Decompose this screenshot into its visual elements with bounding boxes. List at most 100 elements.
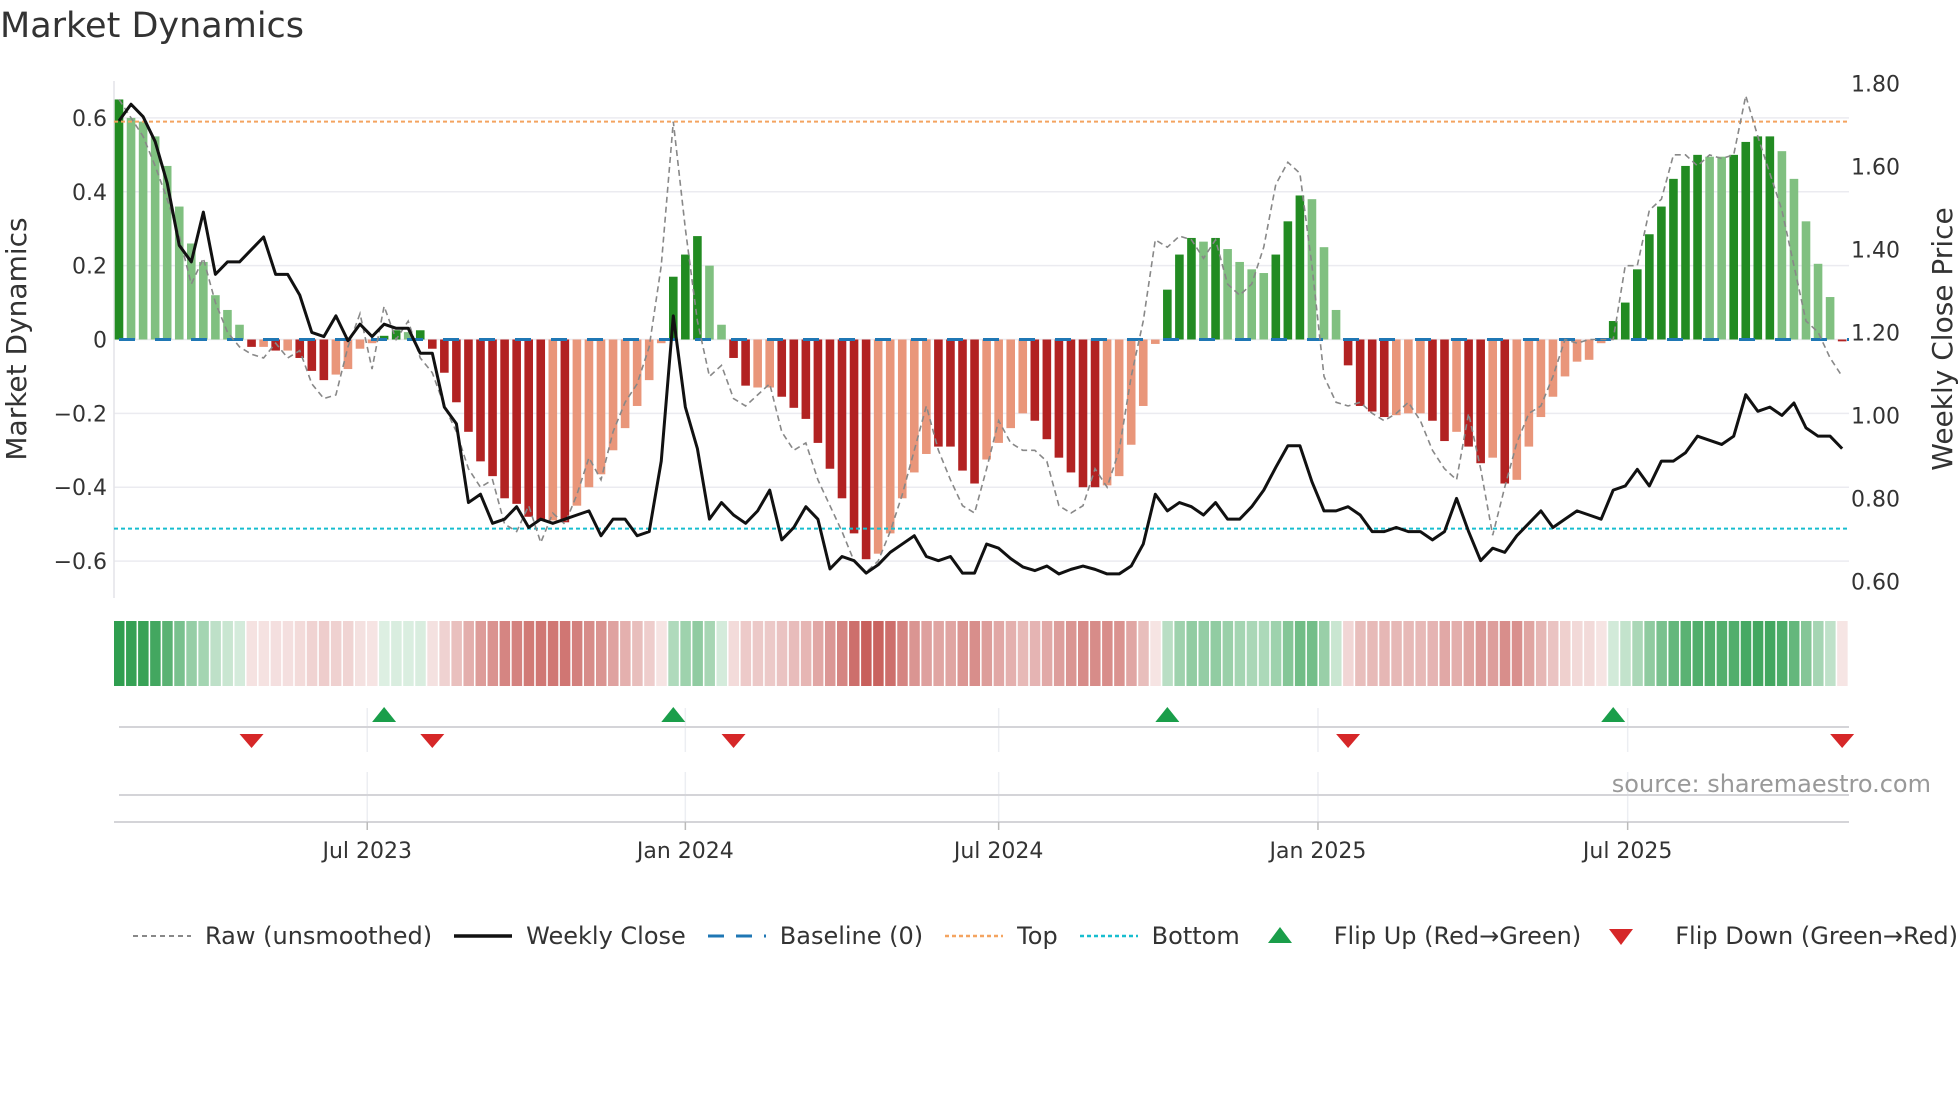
y-right-tick-label: 0.80 [1851, 487, 1900, 512]
heatmap-cell [571, 621, 583, 686]
heatmap-cell [523, 621, 535, 686]
heatmap-cell [258, 621, 270, 686]
heatmap-cell [1367, 621, 1378, 686]
legend: Raw (unsmoothed) Weekly Close Baseline (… [133, 922, 1960, 950]
heatmap-cell [596, 621, 607, 686]
heatmap-cell [1427, 621, 1438, 686]
bar [572, 339, 582, 506]
heatmap-cell [1403, 621, 1414, 686]
y-right-tick-label: 0.60 [1851, 570, 1900, 595]
bar [1223, 249, 1232, 340]
bar [343, 339, 353, 370]
heatmap-cell [1090, 621, 1101, 686]
heatmap-cell [945, 621, 956, 686]
bar [440, 339, 449, 373]
heatmap-cell [620, 621, 631, 686]
heatmap-cell [126, 621, 137, 686]
heatmap-cell [800, 621, 812, 686]
heatmap-cell [1270, 621, 1282, 686]
bar [150, 136, 160, 340]
triangle-up-icon [1267, 927, 1292, 943]
bar [958, 339, 967, 471]
heatmap-cell [210, 621, 221, 686]
bar [897, 339, 907, 499]
bar [1078, 339, 1088, 488]
heatmap-cell [1620, 621, 1631, 686]
y-right-tick-label: 1.60 [1851, 155, 1900, 180]
bar [331, 339, 341, 375]
bar [488, 339, 497, 477]
bar [199, 261, 208, 340]
y-right-tick-label: 1.20 [1851, 321, 1900, 346]
bar [1295, 195, 1305, 340]
legend-item-close: Weekly Close [454, 922, 686, 950]
heatmap-cell [379, 621, 390, 686]
legend-label: Top [1017, 922, 1058, 950]
bar [620, 339, 630, 429]
bar [1428, 339, 1437, 421]
bar [1259, 273, 1269, 340]
heatmap-cell [174, 621, 185, 686]
legend-item-bottom: Bottom [1079, 922, 1240, 950]
heatmap-cell [849, 621, 860, 686]
heatmap-cell [644, 621, 655, 686]
bar [885, 339, 895, 534]
heatmap-cell [1186, 621, 1197, 686]
heatmap-cell [1668, 621, 1679, 686]
x-tick-label: Jul 2025 [1581, 839, 1673, 864]
bar [1283, 221, 1293, 340]
heatmap-cell [1222, 621, 1234, 686]
bar [247, 339, 256, 347]
heatmap-cell [391, 621, 402, 686]
bar [1669, 178, 1678, 340]
heatmap-cell [1029, 621, 1041, 686]
bar [1645, 234, 1654, 340]
y-tick-label: 0.2 [72, 255, 107, 280]
bar [1199, 241, 1208, 340]
heatmap-cell [318, 621, 330, 686]
heatmap-cell [1680, 621, 1691, 686]
bar [1343, 339, 1353, 366]
bar [753, 339, 762, 388]
bar [777, 339, 787, 397]
bar [717, 324, 726, 340]
heatmap-cell [583, 621, 595, 686]
heatmap-cell [1740, 621, 1752, 686]
heatmap-cell [535, 621, 547, 686]
bar [1729, 154, 1738, 340]
bar [355, 339, 365, 349]
bar [1042, 339, 1052, 440]
heatmap-cell [1535, 621, 1547, 686]
heatmap-cell [969, 621, 981, 686]
heatmap-cell [1174, 621, 1185, 686]
heatmap-cell [656, 621, 667, 686]
bar [801, 339, 811, 419]
bar [1018, 339, 1028, 414]
bar [1524, 339, 1534, 447]
heatmap-cell [837, 621, 848, 686]
legend-label: Baseline (0) [779, 922, 924, 950]
bar [1054, 339, 1064, 458]
heatmap-cell [716, 621, 727, 686]
flip-down-marker [420, 734, 445, 748]
heatmap-cell [1294, 621, 1306, 686]
heatmap-cell [1704, 621, 1716, 686]
heatmap-cell [1258, 621, 1270, 686]
bar [705, 265, 714, 340]
heatmap-cell [1837, 621, 1848, 686]
heatmap-cell [1319, 621, 1330, 686]
bar [1163, 289, 1172, 340]
flip-up-marker [661, 707, 686, 722]
bar [970, 339, 979, 484]
heatmap-cell [1487, 621, 1499, 686]
bar [946, 339, 955, 447]
bar [1476, 339, 1485, 464]
flip-down-marker [239, 734, 264, 748]
bar [982, 339, 991, 460]
heatmap-cell [511, 621, 523, 686]
bottom-line-swatch-icon [1079, 934, 1138, 938]
heatmap-cell [1282, 621, 1294, 686]
heatmap-cell [1632, 621, 1643, 686]
bar [1837, 339, 1847, 342]
bar [1379, 339, 1389, 418]
